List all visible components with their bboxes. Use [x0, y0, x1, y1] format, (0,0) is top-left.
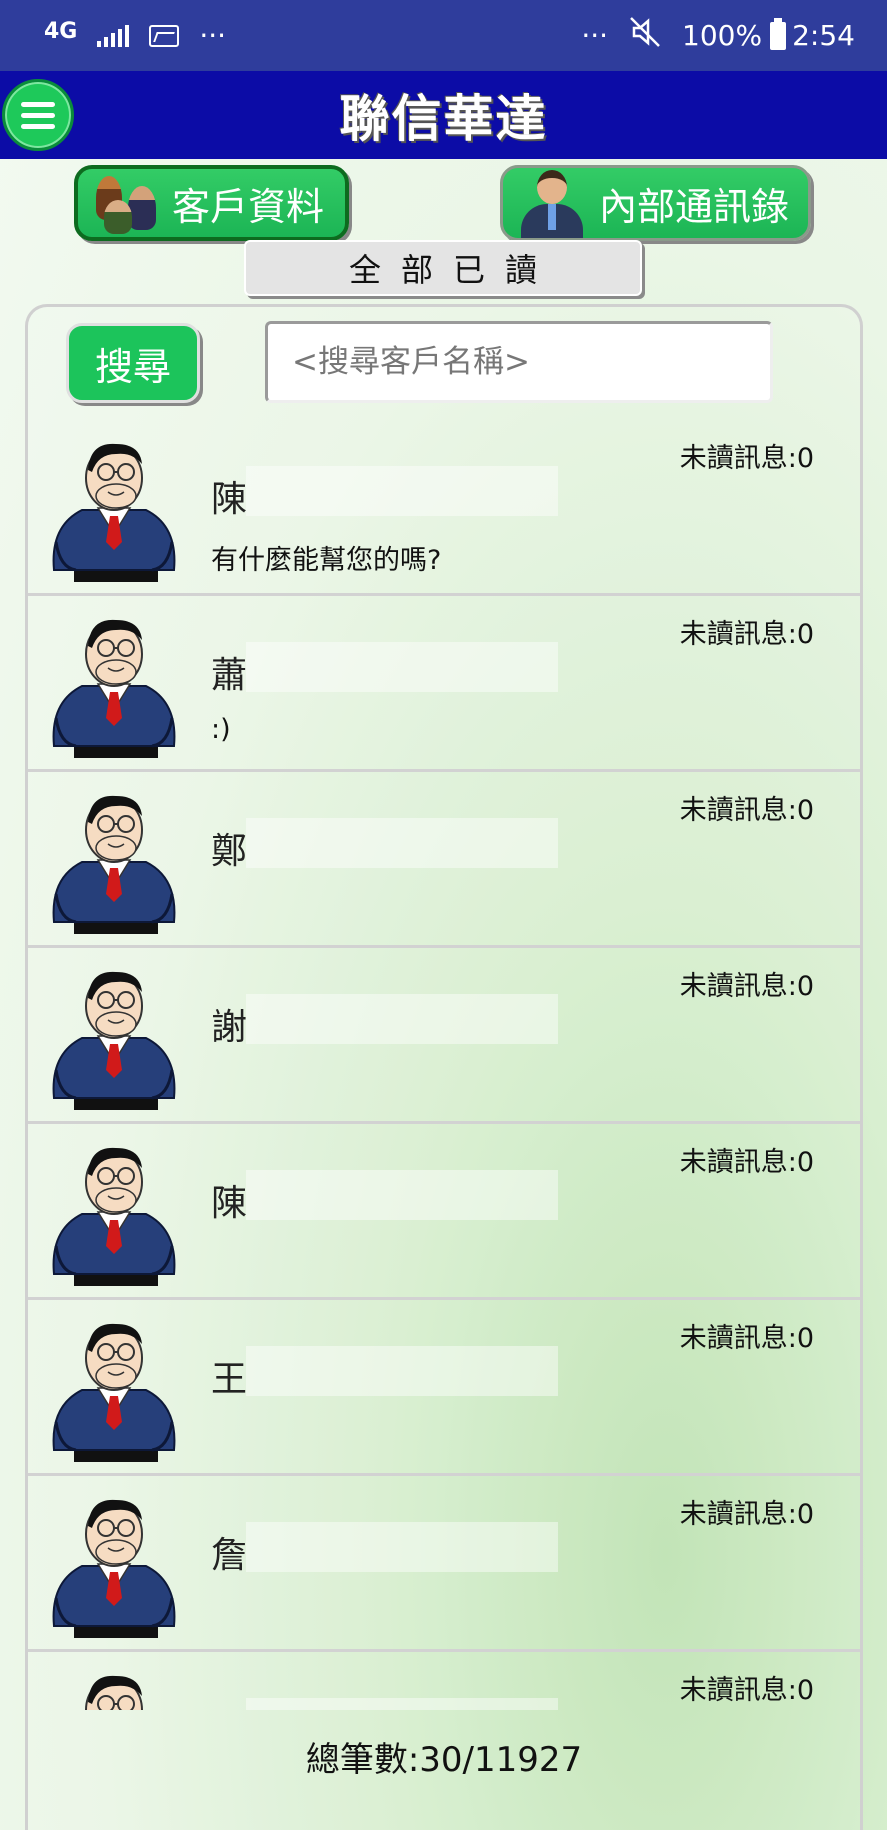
unread-count: 未讀訊息:0: [679, 619, 814, 650]
mute-icon: [628, 15, 662, 57]
name-mask: [246, 1522, 558, 1572]
avatar: [52, 443, 176, 582]
internal-contacts-button[interactable]: 內部通訊錄: [500, 165, 811, 241]
contact-row[interactable]: 蕭 :) 未讀訊息:0: [28, 596, 860, 772]
businessman-icon: [515, 168, 587, 238]
network-type: 4G: [44, 19, 78, 44]
contact-name: 蕭: [211, 655, 248, 696]
app-title: 聯信華達: [339, 90, 548, 148]
contact-row[interactable]: 王 未讀訊息:0: [28, 1300, 860, 1476]
contact-row[interactable]: 詹 未讀訊息:0: [28, 1476, 860, 1652]
contact-list-panel: 搜尋 陳 有什麼能幫您的嗎?: [25, 304, 863, 1830]
contact-row[interactable]: 謝 未讀訊息:0: [28, 948, 860, 1124]
contact-name: 陳: [211, 1183, 248, 1224]
status-bar: 4G ··· ··· 100% 2:54: [0, 0, 887, 71]
hamburger-icon: [21, 101, 55, 107]
name-mask: [246, 994, 558, 1044]
notification-more: ···: [199, 19, 227, 52]
contact-name: 詹: [211, 1535, 248, 1576]
name-mask: [246, 466, 558, 516]
name-mask: [246, 818, 558, 868]
customer-group-icon: [90, 170, 168, 236]
contact-name: 陳: [211, 1702, 247, 1710]
name-mask: [246, 1346, 558, 1396]
contact-row[interactable]: 陳 未讀訊息:0: [28, 1124, 860, 1300]
menu-button[interactable]: [2, 79, 74, 151]
contact-name: 王: [211, 1359, 248, 1400]
internal-contacts-label: 內部通訊錄: [599, 184, 790, 229]
unread-count: 未讀訊息:0: [679, 443, 814, 474]
contact-row[interactable]: 陳 未讀訊息:0: [28, 1652, 860, 1710]
status-bar-left: 4G ···: [44, 19, 226, 52]
avatar: [52, 619, 176, 758]
unread-count: 未讀訊息:0: [679, 1499, 814, 1530]
clock: 2:54: [792, 19, 855, 52]
avatar: [52, 1147, 176, 1286]
unread-count: 未讀訊息:0: [679, 971, 814, 1002]
avatar: [52, 1499, 176, 1638]
customer-data-button[interactable]: 客戶資料: [74, 165, 349, 241]
status-more: ···: [581, 19, 609, 52]
mark-all-read-button[interactable]: 全部已讀: [244, 240, 642, 296]
contact-row[interactable]: 陳 有什麼能幫您的嗎? 未讀訊息:0: [28, 420, 860, 596]
total-count: 總筆數:30/11927: [305, 1740, 583, 1780]
avatar: [52, 795, 176, 934]
signal-icon: [97, 24, 130, 47]
unread-count: 未讀訊息:0: [679, 1323, 814, 1354]
battery-icon: [770, 17, 787, 50]
image-icon: [149, 24, 180, 47]
avatar: [52, 1323, 176, 1462]
search-input[interactable]: [265, 321, 773, 403]
status-bar-right: ··· 100% 2:54: [581, 15, 855, 57]
contact-name: 鄭: [211, 831, 248, 872]
avatar: [85, 1675, 143, 1710]
contact-name: 陳: [211, 479, 248, 520]
avatar: [52, 971, 176, 1110]
contact-name: 謝: [211, 1007, 248, 1048]
name-mask: [246, 1170, 558, 1220]
name-mask: [246, 642, 558, 692]
customer-data-label: 客戶資料: [172, 184, 325, 229]
contact-row[interactable]: 鄭 未讀訊息:0: [28, 772, 860, 948]
battery-percent: 100%: [682, 19, 763, 52]
unread-count: 未讀訊息:0: [679, 795, 814, 826]
contact-list[interactable]: 陳 有什麼能幫您的嗎? 未讀訊息:0 蕭:) 未讀訊息:0 鄭 未讀訊息:0 …: [28, 420, 860, 1710]
search-button[interactable]: 搜尋: [66, 323, 200, 403]
unread-count: 未讀訊息:0: [679, 1675, 814, 1706]
name-mask: [246, 1698, 558, 1710]
app-header: 聯信華達: [0, 71, 887, 159]
last-message: :): [211, 714, 231, 745]
unread-count: 未讀訊息:0: [679, 1147, 814, 1178]
last-message: 有什麼能幫您的嗎?: [211, 545, 442, 576]
